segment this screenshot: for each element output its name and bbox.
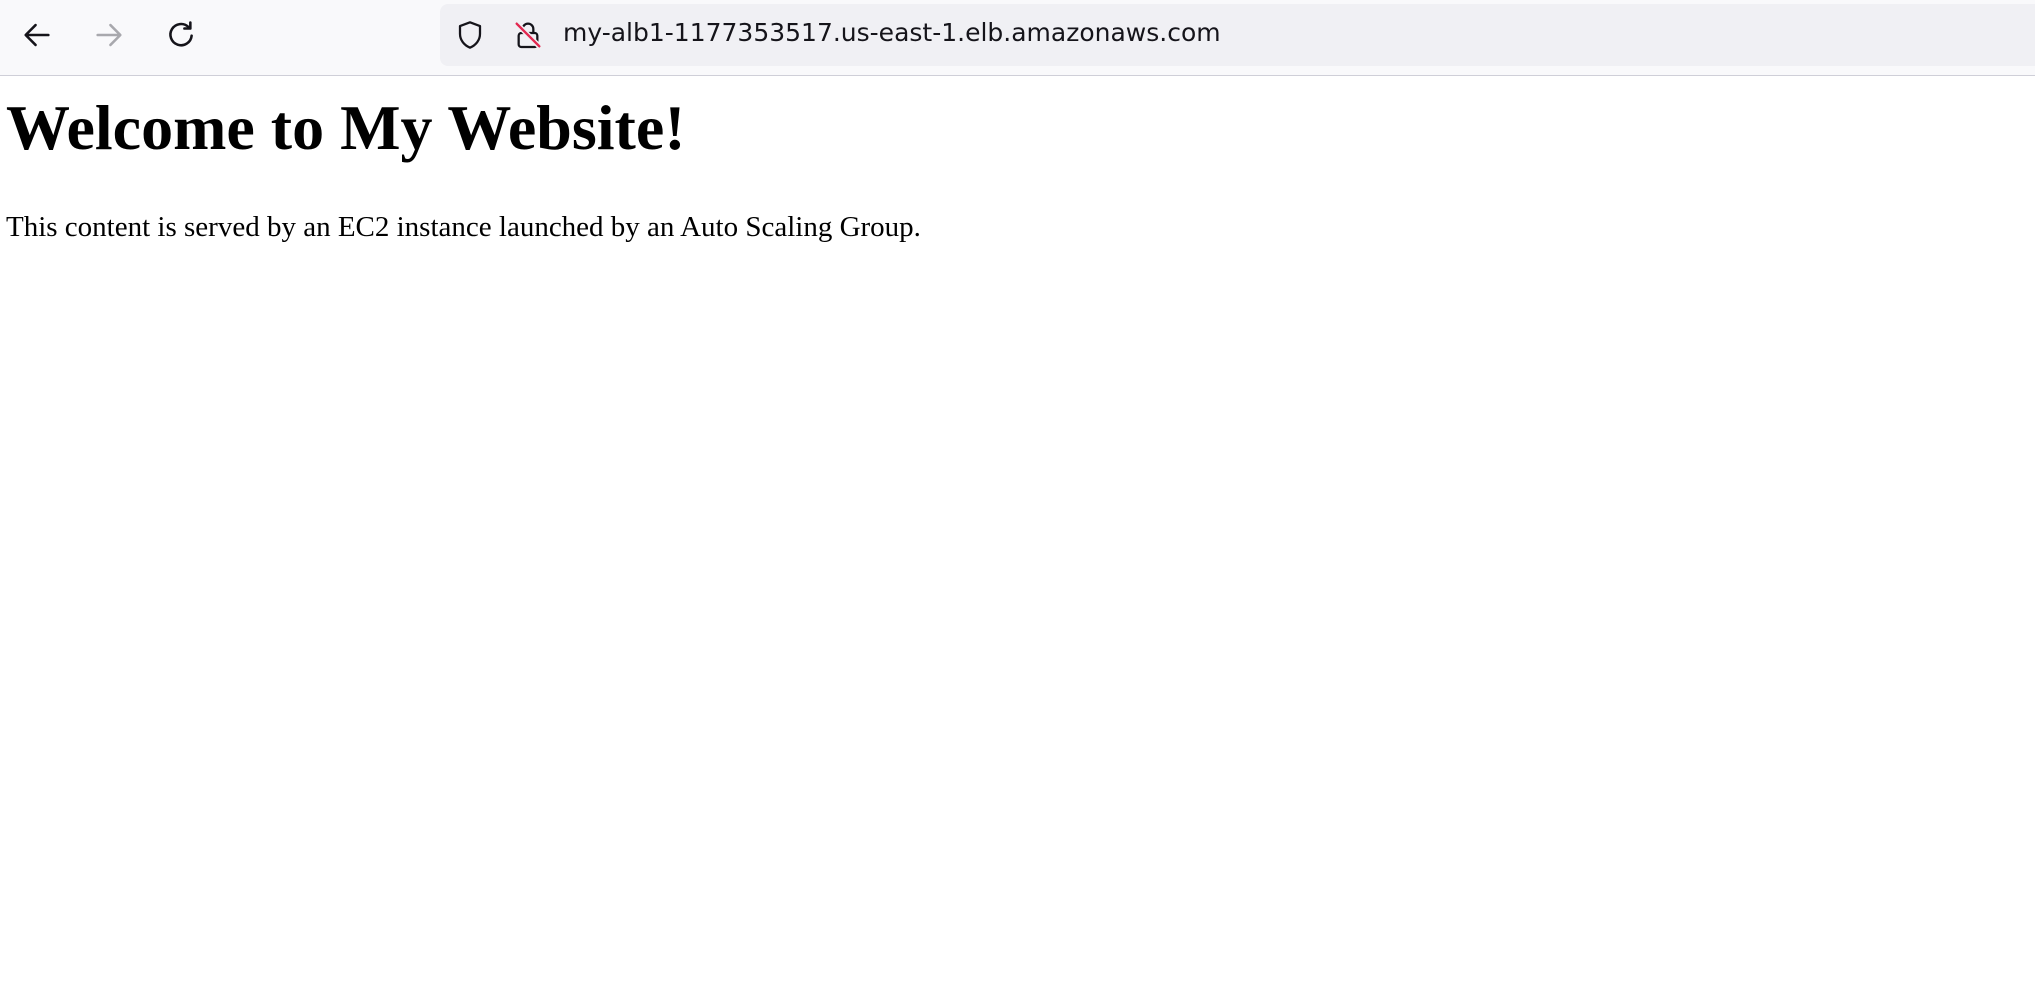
- address-bar[interactable]: my-alb1-1177353517.us-east-1.elb.amazona…: [440, 4, 2035, 66]
- page-title: Welcome to My Website!: [6, 92, 686, 163]
- arrow-right-icon: [92, 18, 126, 52]
- page-paragraph: This content is served by an EC2 instanc…: [6, 211, 921, 243]
- arrow-left-icon: [20, 18, 54, 52]
- page-content: Welcome to My Website! This content is s…: [0, 76, 2035, 1000]
- url-text[interactable]: my-alb1-1177353517.us-east-1.elb.amazona…: [563, 18, 1221, 47]
- reload-icon: [164, 18, 198, 52]
- forward-button[interactable]: [84, 10, 134, 60]
- reload-button[interactable]: [156, 10, 206, 60]
- insecure-lock-icon[interactable]: [512, 19, 544, 51]
- browser-toolbar: my-alb1-1177353517.us-east-1.elb.amazona…: [0, 0, 2035, 76]
- shield-icon[interactable]: [454, 19, 486, 51]
- back-button[interactable]: [12, 10, 62, 60]
